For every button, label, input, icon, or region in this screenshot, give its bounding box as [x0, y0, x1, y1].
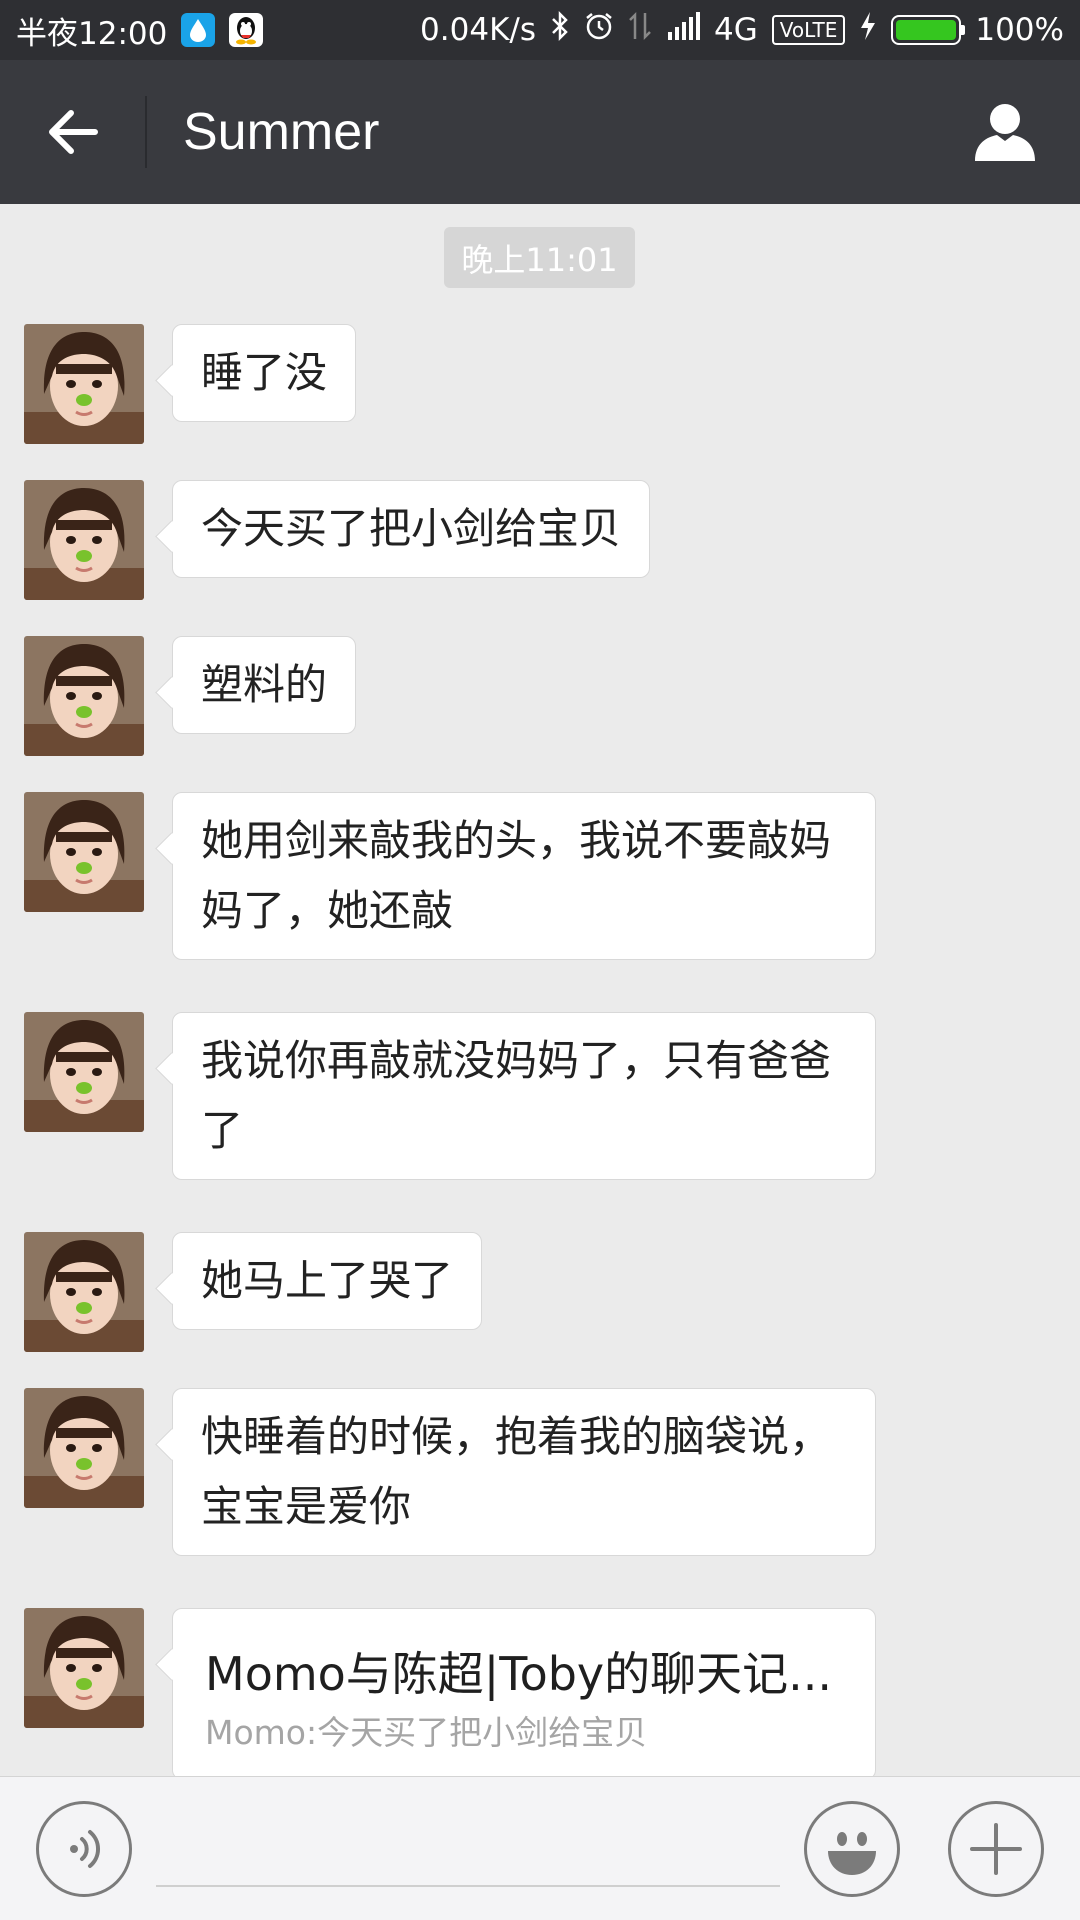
avatar[interactable]	[24, 1608, 144, 1728]
avatar[interactable]	[24, 792, 144, 912]
avatar[interactable]	[24, 480, 144, 600]
battery-percent: 100%	[975, 12, 1064, 48]
profile-button[interactable]	[930, 60, 1080, 204]
charging-icon	[859, 11, 877, 49]
qq-penguin-icon	[229, 13, 264, 47]
bluetooth-icon	[550, 10, 570, 50]
avatar[interactable]	[24, 636, 144, 756]
message-bubble[interactable]: 今天买了把小剑给宝贝	[172, 480, 651, 578]
message-bubble[interactable]: 快睡着的时候，抱着我的脑袋说，宝宝是爱你	[172, 1388, 876, 1556]
water-drop-icon	[181, 13, 216, 47]
emoji-button[interactable]	[804, 1801, 900, 1897]
card-title: Momo与陈超|Toby的聊天记...	[205, 1647, 832, 1701]
chat-history-card[interactable]: Momo与陈超|Toby的聊天记... Momo:今天买了把小剑给宝贝	[172, 1608, 876, 1780]
title-bar: Summer	[0, 60, 1080, 204]
message-bubble[interactable]: 她用剑来敲我的头，我说不要敲妈妈了，她还敲	[172, 792, 876, 960]
title-divider	[145, 96, 147, 168]
plus-icon	[970, 1823, 1022, 1875]
avatar[interactable]	[24, 324, 144, 444]
status-time: 半夜12:00	[16, 15, 168, 52]
status-bar: 半夜12:00 0.04K/s 4G VoLTE 100%	[0, 0, 1080, 60]
voice-icon	[70, 1830, 101, 1868]
message-bubble[interactable]: 塑料的	[172, 636, 357, 734]
battery-icon	[891, 15, 966, 45]
message-bubble[interactable]: 她马上了哭了	[172, 1232, 483, 1330]
smiley-icon	[828, 1832, 876, 1875]
voice-button[interactable]	[36, 1801, 132, 1897]
card-description: Momo:今天买了把小剑给宝贝	[205, 1713, 648, 1752]
avatar[interactable]	[24, 1232, 144, 1352]
volte-badge: VoLTE	[771, 15, 846, 45]
net-speed: 0.04K/s	[420, 12, 536, 48]
chat-title: Summer	[183, 103, 380, 161]
message-bubble[interactable]: 睡了没	[172, 324, 357, 422]
input-bar	[0, 1776, 1080, 1920]
battery-level	[896, 20, 957, 40]
back-button[interactable]	[0, 60, 145, 204]
message-bubble[interactable]: 我说你再敲就没妈妈了，只有爸爸了	[172, 1012, 876, 1180]
plus-button[interactable]	[948, 1801, 1044, 1897]
chat-timestamp: 晚上11:01	[444, 227, 635, 288]
message-input[interactable]	[156, 1817, 780, 1887]
person-icon	[975, 104, 1035, 161]
signal-icon	[666, 12, 700, 48]
network-type: 4G	[714, 12, 758, 48]
avatar[interactable]	[24, 1388, 144, 1508]
avatar[interactable]	[24, 1012, 144, 1132]
arrow-left-icon	[48, 110, 98, 154]
data-arrows-icon	[628, 11, 652, 49]
alarm-icon	[584, 11, 614, 49]
